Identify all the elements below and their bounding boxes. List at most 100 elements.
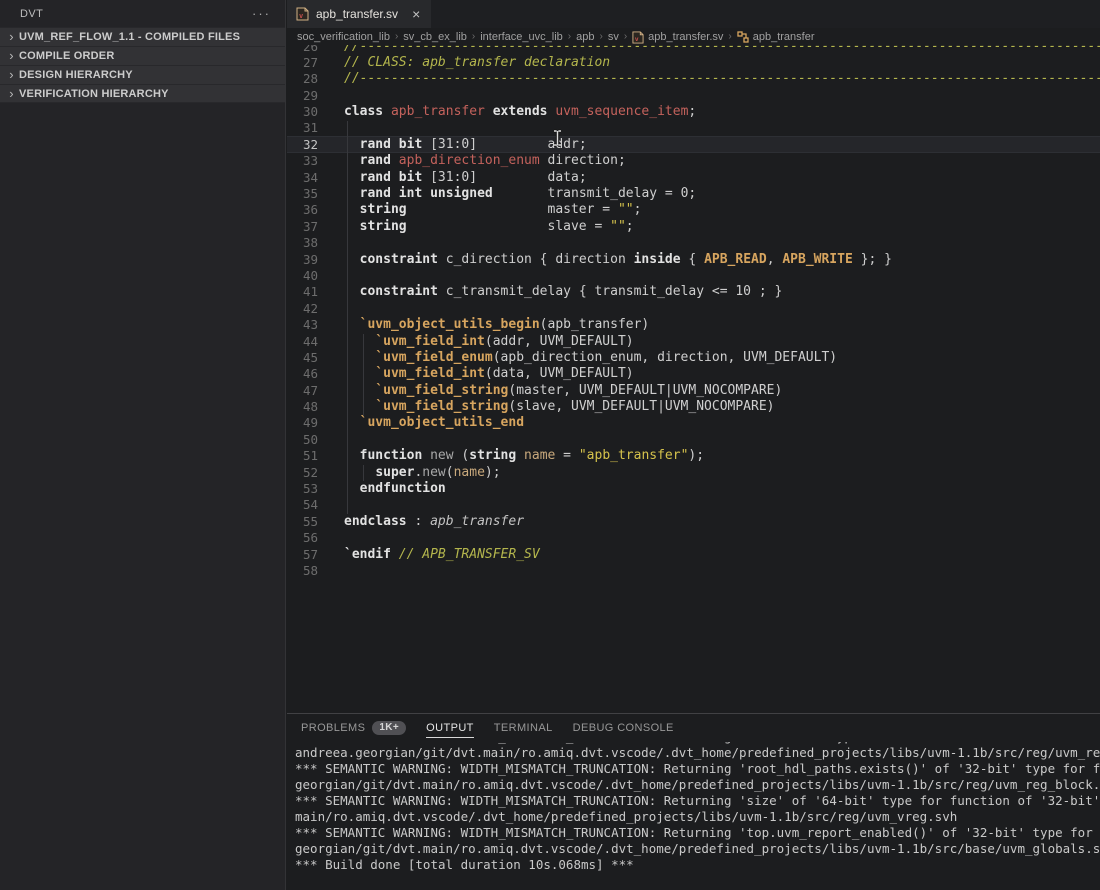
code-line[interactable] <box>344 432 1100 448</box>
panel-tab-problems[interactable]: PROBLEMS1K+ <box>291 714 416 741</box>
breadcrumb-item[interactable]: apb_transfer <box>737 31 815 43</box>
code-token: name <box>524 448 555 463</box>
code-line[interactable] <box>344 301 1100 317</box>
code-token: string <box>360 202 407 217</box>
panel-tab-terminal[interactable]: TERMINAL <box>484 714 563 741</box>
code-line[interactable]: rand bit [31:0] addr; <box>344 137 1100 153</box>
code-line[interactable]: string slave = ""; <box>344 219 1100 235</box>
sidebar-item-verification-hierarchy[interactable]: ›VERIFICATION HIERARCHY <box>0 84 285 103</box>
breadcrumb-item[interactable]: vapb_transfer.sv <box>632 31 723 43</box>
code-line[interactable] <box>344 235 1100 251</box>
code-token: "" <box>618 202 634 217</box>
line-number: 27 <box>287 55 318 71</box>
code-line[interactable]: `endif // APB_TRANSFER_SV <box>344 547 1100 563</box>
breadcrumb-item[interactable]: apb <box>576 31 594 43</box>
breadcrumb-item[interactable]: sv_cb_ex_lib <box>403 31 467 43</box>
breadcrumb-separator: › <box>472 31 475 42</box>
code-token <box>383 104 391 119</box>
code-token: slave = <box>407 219 611 234</box>
line-number: 54 <box>287 497 318 513</box>
code-token: // APB_TRANSFER_SV <box>399 547 540 562</box>
code-line[interactable]: //--------------------------------------… <box>344 71 1100 87</box>
panel-tab-debug-console[interactable]: DEBUG CONSOLE <box>563 714 684 741</box>
console-line: *** Build done [total duration 10s.068ms… <box>295 857 1100 873</box>
breadcrumb-item[interactable]: sv <box>608 31 619 43</box>
code-line[interactable]: `uvm_field_int(addr, UVM_DEFAULT) <box>344 334 1100 350</box>
breadcrumb-label: apb_transfer <box>753 31 815 43</box>
output-console[interactable]: *** SEMANTIC WARNING: WIDTH_MISMATCH_TRU… <box>287 742 1100 890</box>
code-line[interactable] <box>344 497 1100 513</box>
code-line[interactable]: `uvm_field_int(data, UVM_DEFAULT) <box>344 366 1100 382</box>
code-line[interactable]: rand bit [31:0] data; <box>344 170 1100 186</box>
more-actions-icon[interactable]: ··· <box>252 6 271 21</box>
code-line[interactable]: `uvm_object_utils_end <box>344 415 1100 431</box>
line-number: 58 <box>287 563 318 579</box>
code-line[interactable]: function new (string name = "apb_transfe… <box>344 448 1100 464</box>
code-token: //--------------------------------------… <box>344 71 1100 86</box>
code-token: (addr, UVM_DEFAULT) <box>485 334 634 349</box>
code-token: class <box>344 104 383 119</box>
code-token: rand <box>360 186 391 201</box>
section-label: UVM_REF_FLOW_1.1 - COMPILED FILES <box>19 31 240 43</box>
code-editor[interactable]: 2627282930313233343536373839404142434445… <box>287 45 1100 713</box>
sidebar-sections: ›UVM_REF_FLOW_1.1 - COMPILED FILES›COMPI… <box>0 27 285 103</box>
code-token: = <box>555 448 578 463</box>
line-number: 48 <box>287 399 318 415</box>
panel-tab-label: TERMINAL <box>494 722 553 734</box>
code-line[interactable] <box>344 530 1100 546</box>
code-token: `uvm_object_utils_begin <box>360 317 540 332</box>
code-line[interactable]: //--------------------------------------… <box>344 45 1100 55</box>
tab-apb-transfer-sv[interactable]: v apb_transfer.sv × <box>287 0 431 28</box>
code-token: `uvm_field_string <box>375 399 508 414</box>
code-line[interactable]: rand apb_direction_enum direction; <box>344 153 1100 169</box>
code-line[interactable]: string master = ""; <box>344 202 1100 218</box>
line-number: 57 <box>287 547 318 563</box>
console-line: georgian/git/dvt.main/ro.amiq.dvt.vscode… <box>295 777 1100 793</box>
code-token <box>391 170 399 185</box>
code-line[interactable]: `uvm_field_enum(apb_direction_enum, dire… <box>344 350 1100 366</box>
code-line[interactable]: // CLASS: apb_transfer declaration <box>344 55 1100 71</box>
sidebar-item-uvm-ref-flow-1-1-compiled-files[interactable]: ›UVM_REF_FLOW_1.1 - COMPILED FILES <box>0 27 285 46</box>
line-number: 32 <box>287 137 318 153</box>
sidebar-item-design-hierarchy[interactable]: ›DESIGN HIERARCHY <box>0 65 285 84</box>
code-line[interactable] <box>344 563 1100 579</box>
code-token: }; } <box>853 252 892 267</box>
code-line[interactable]: endfunction <box>344 481 1100 497</box>
svg-text:v: v <box>299 12 303 20</box>
code-token: rand <box>360 170 391 185</box>
code-line[interactable]: constraint c_direction { direction insid… <box>344 252 1100 268</box>
code-line[interactable]: `uvm_object_utils_begin(apb_transfer) <box>344 317 1100 333</box>
bottom-panel: PROBLEMS1K+OUTPUT TERMINAL DEBUG CONSOLE *… <box>287 713 1100 890</box>
code-line[interactable] <box>344 268 1100 284</box>
code-line[interactable]: constraint c_transmit_delay { transmit_d… <box>344 284 1100 300</box>
code-token: ; <box>626 219 634 234</box>
code-token: (master, UVM_DEFAULT|UVM_NOCOMPARE) <box>508 383 782 398</box>
line-number: 43 <box>287 317 318 333</box>
code-token: new <box>430 448 453 463</box>
code-line[interactable]: endclass : apb_transfer <box>344 514 1100 530</box>
close-icon[interactable]: × <box>412 8 420 20</box>
code-line[interactable]: super.new(name); <box>344 465 1100 481</box>
code-line[interactable]: `uvm_field_string(slave, UVM_DEFAULT|UVM… <box>344 399 1100 415</box>
code-line[interactable] <box>344 120 1100 136</box>
code-token: [31:0] addr; <box>422 137 586 152</box>
sidebar-item-compile-order[interactable]: ›COMPILE ORDER <box>0 46 285 65</box>
code-token: c_direction { direction <box>438 252 634 267</box>
code-token <box>344 399 375 414</box>
code-token: `endif <box>344 547 391 562</box>
breadcrumb-item[interactable]: soc_verification_lib <box>297 31 390 43</box>
line-number: 51 <box>287 448 318 464</box>
code-token: ); <box>485 465 501 480</box>
code-token: transmit_delay = 0; <box>493 186 697 201</box>
breadcrumb-item[interactable]: interface_uvc_lib <box>480 31 563 43</box>
code-token: "" <box>610 219 626 234</box>
code-line[interactable]: rand int unsigned transmit_delay = 0; <box>344 186 1100 202</box>
code-line[interactable] <box>344 88 1100 104</box>
line-number: 34 <box>287 170 318 186</box>
line-number: 44 <box>287 334 318 350</box>
panel-tab-output[interactable]: OUTPUT <box>416 714 484 741</box>
line-number: 26 <box>287 45 318 55</box>
code-line[interactable]: class apb_transfer extends uvm_sequence_… <box>344 104 1100 120</box>
code-line[interactable]: `uvm_field_string(master, UVM_DEFAULT|UV… <box>344 383 1100 399</box>
breadcrumb: soc_verification_lib›sv_cb_ex_lib›interf… <box>287 28 1100 45</box>
